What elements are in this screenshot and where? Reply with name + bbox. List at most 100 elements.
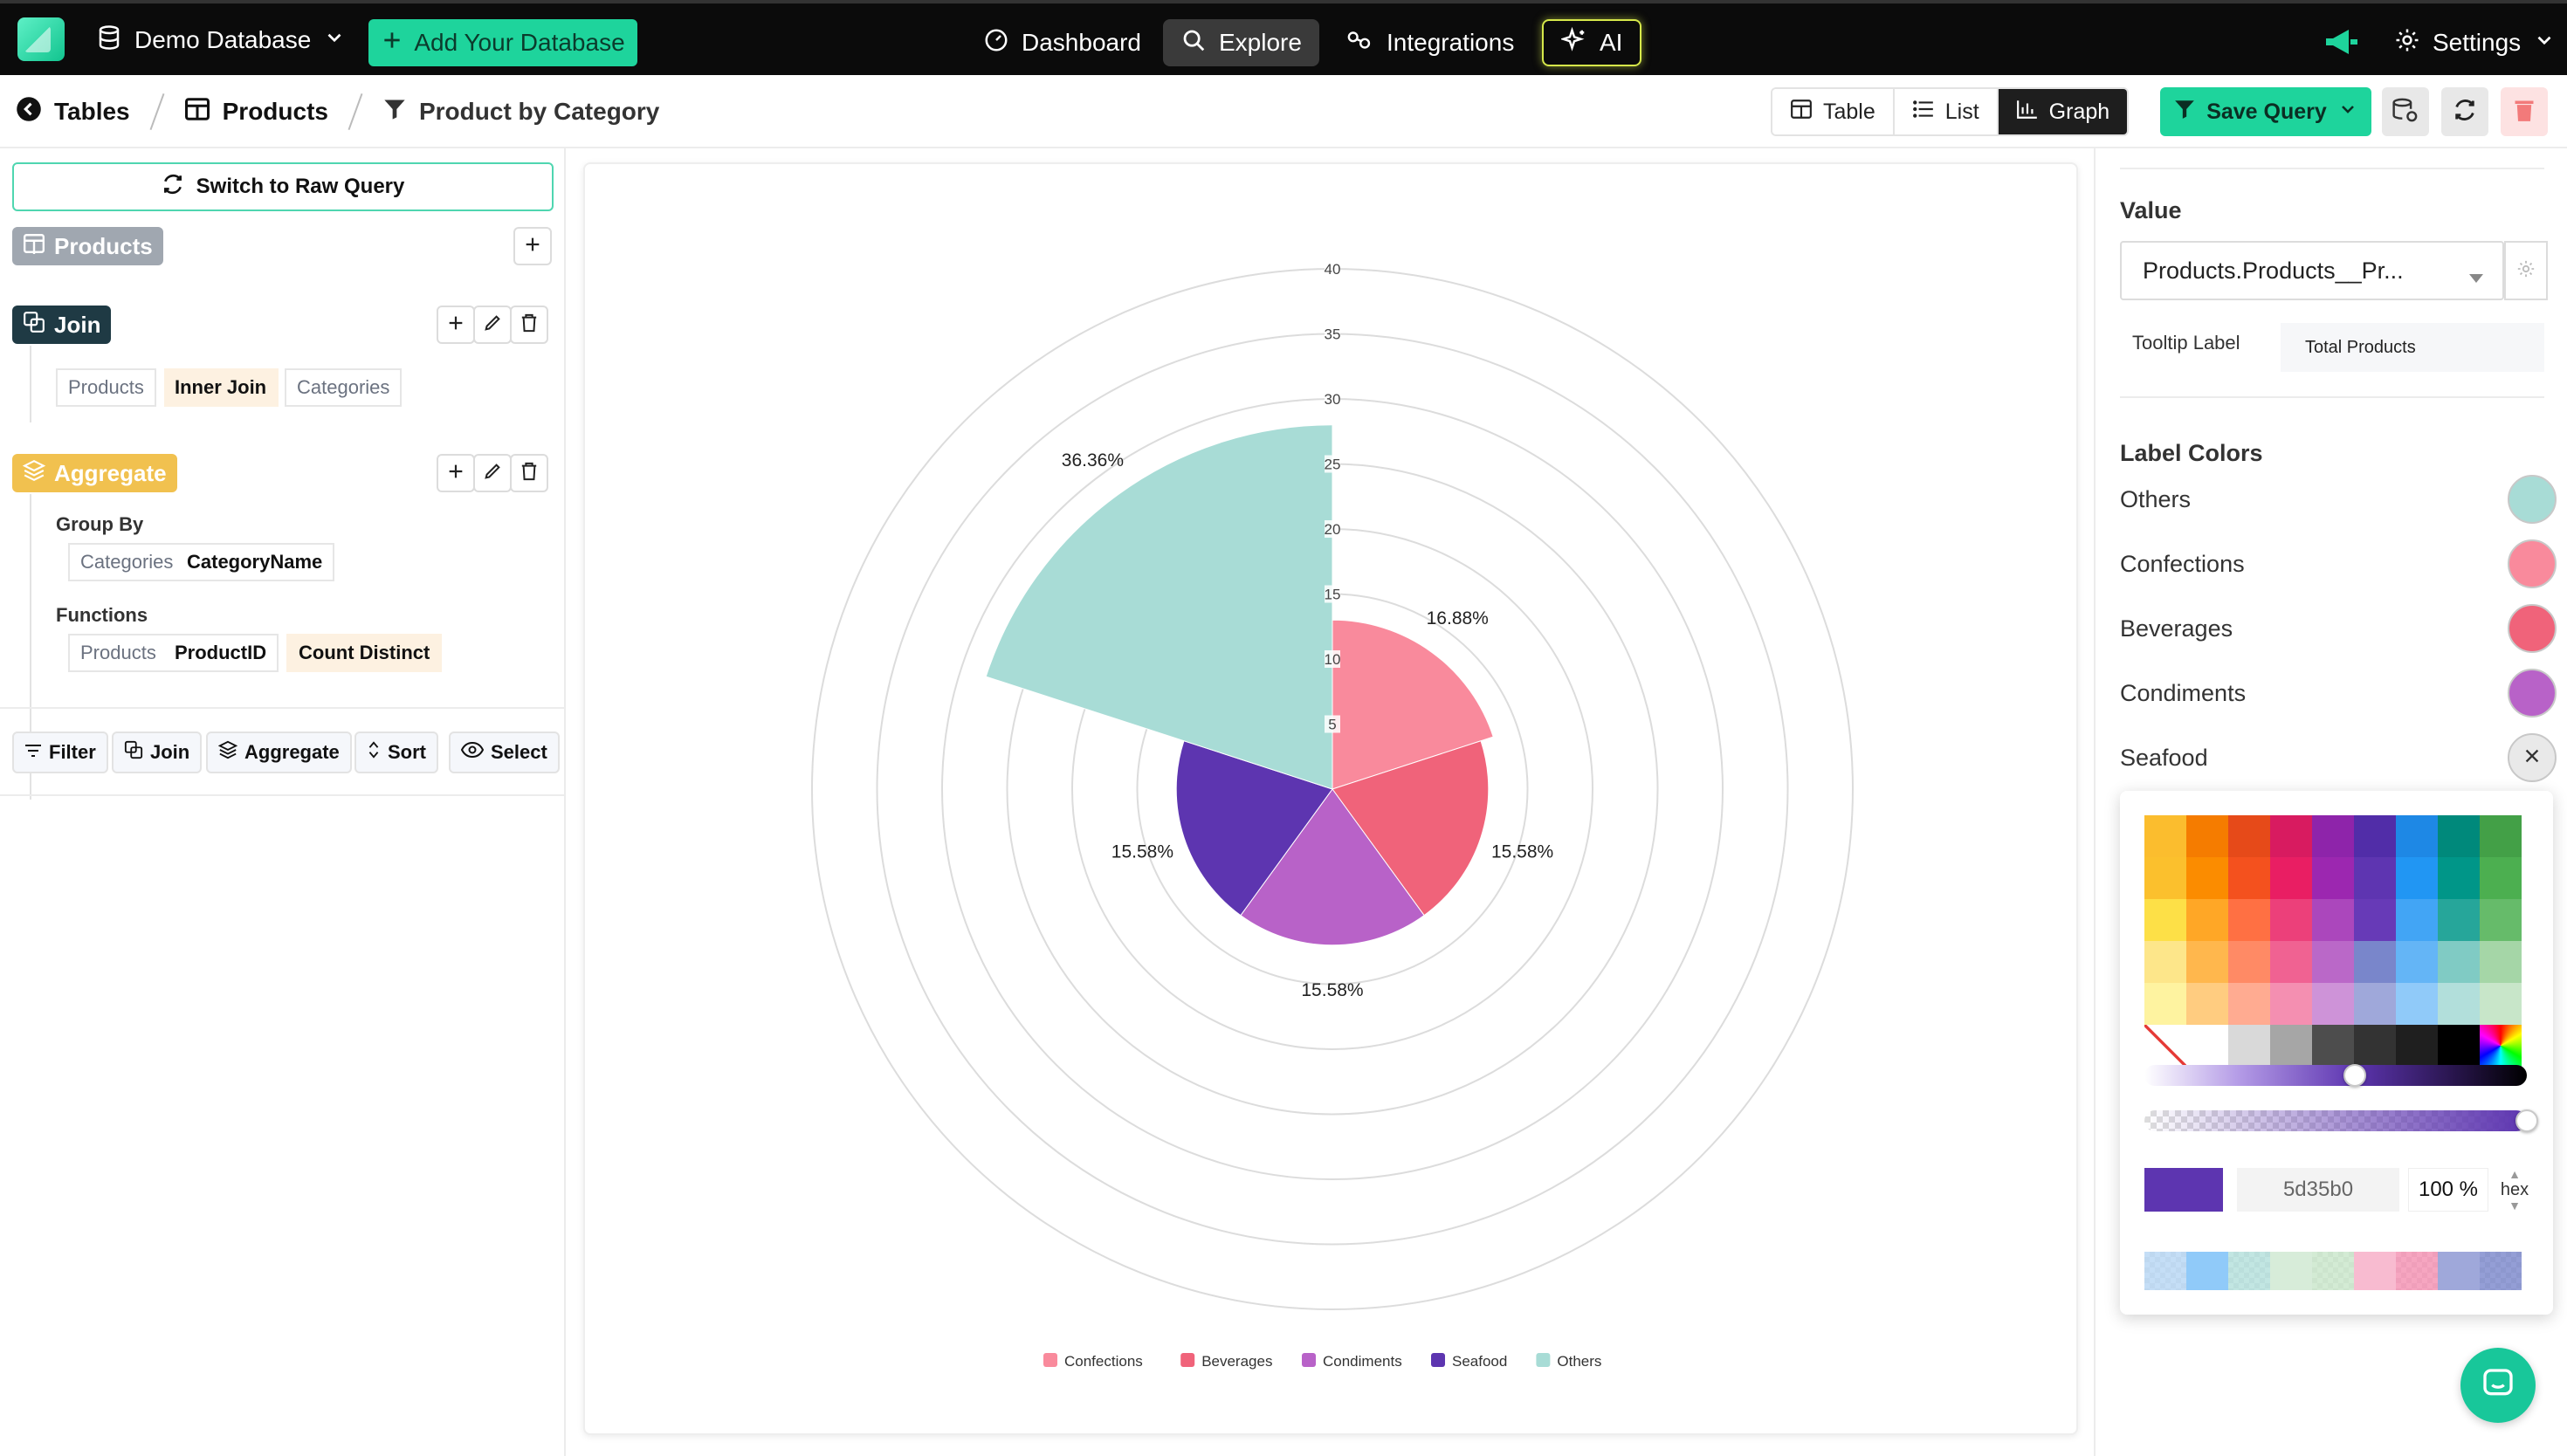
aggregate-add-button[interactable]	[437, 454, 475, 492]
palette-swatch[interactable]	[2228, 983, 2270, 1025]
close-picker-button[interactable]	[2508, 733, 2557, 782]
palette-swatch[interactable]	[2144, 857, 2186, 899]
add-sort-button[interactable]: Sort	[354, 731, 438, 773]
palette-swatch[interactable]	[2228, 1025, 2270, 1067]
palette-swatch[interactable]	[2270, 983, 2312, 1025]
tooltip-label-input[interactable]: Total Products	[2281, 323, 2544, 372]
database-selector[interactable]: Demo Database	[96, 19, 346, 61]
recent-color-swatch[interactable]	[2396, 1252, 2438, 1290]
recent-color-swatch[interactable]	[2480, 1252, 2522, 1290]
join-edit-button[interactable]	[473, 306, 512, 344]
palette-swatch[interactable]	[2144, 899, 2186, 941]
aggregate-step-tag[interactable]: Aggregate	[12, 454, 177, 492]
add-step-button[interactable]	[513, 227, 552, 265]
palette-swatch[interactable]	[2438, 815, 2480, 857]
palette-swatch[interactable]	[2438, 1025, 2480, 1067]
palette-swatch[interactable]	[2354, 941, 2396, 983]
add-join-button[interactable]: Join	[112, 731, 203, 773]
view-table-button[interactable]: Table	[1772, 89, 1895, 134]
join-add-button[interactable]	[437, 306, 475, 344]
hex-input[interactable]: 5d35b0	[2237, 1168, 2399, 1212]
palette-swatch[interactable]	[2312, 1025, 2354, 1067]
palette-swatch[interactable]	[2186, 899, 2228, 941]
palette-swatch[interactable]	[2228, 815, 2270, 857]
palette-swatch[interactable]	[2270, 941, 2312, 983]
function-field[interactable]: ProductID	[164, 634, 279, 672]
breadcrumb-table[interactable]: Products	[184, 97, 328, 127]
save-query-button[interactable]: Save Query	[2160, 87, 2371, 136]
group-by-field[interactable]: CategoryName	[176, 543, 335, 581]
palette-swatch[interactable]	[2480, 941, 2522, 983]
add-aggregate-button[interactable]: Aggregate	[206, 731, 352, 773]
color-swatch-others[interactable]	[2508, 475, 2557, 524]
palette-swatch[interactable]	[2438, 983, 2480, 1025]
join-step-tag[interactable]: Join	[12, 306, 112, 344]
nav-explore[interactable]: Explore	[1163, 19, 1319, 66]
recent-color-swatch[interactable]	[2228, 1252, 2270, 1290]
recent-color-swatch[interactable]	[2438, 1252, 2480, 1290]
palette-swatch[interactable]	[2186, 941, 2228, 983]
color-swatch-condiments[interactable]	[2508, 669, 2557, 718]
join-right-table[interactable]: Categories	[285, 368, 403, 407]
recent-color-swatch[interactable]	[2270, 1252, 2312, 1290]
palette-swatch[interactable]	[2396, 941, 2438, 983]
color-mode-switcher[interactable]: ▲ hex ▼	[2494, 1166, 2536, 1213]
recent-color-swatch[interactable]	[2354, 1252, 2396, 1290]
palette-swatch[interactable]	[2144, 1025, 2186, 1067]
breadcrumb-tables[interactable]: Tables	[16, 96, 130, 128]
palette-swatch[interactable]	[2312, 857, 2354, 899]
add-select-button[interactable]: Select	[449, 731, 560, 773]
palette-swatch[interactable]	[2396, 815, 2438, 857]
settings-menu[interactable]: Settings	[2394, 19, 2556, 66]
alpha-slider-handle[interactable]	[2515, 1109, 2538, 1132]
join-type[interactable]: Inner Join	[164, 368, 279, 407]
switch-to-raw-query-button[interactable]: Switch to Raw Query	[12, 162, 554, 211]
palette-swatch[interactable]	[2228, 899, 2270, 941]
nav-integrations[interactable]: Integrations	[1327, 19, 1531, 66]
palette-swatch[interactable]	[2186, 815, 2228, 857]
palette-swatch[interactable]	[2438, 857, 2480, 899]
palette-swatch[interactable]	[2270, 857, 2312, 899]
palette-swatch[interactable]	[2312, 899, 2354, 941]
palette-swatch[interactable]	[2186, 983, 2228, 1025]
palette-swatch[interactable]	[2480, 815, 2522, 857]
nav-ai[interactable]: AI	[1542, 19, 1642, 66]
palette-swatch[interactable]	[2144, 815, 2186, 857]
color-swatch-beverages[interactable]	[2508, 604, 2557, 653]
view-list-button[interactable]: List	[1894, 89, 1999, 134]
palette-swatch[interactable]	[2270, 1025, 2312, 1067]
color-swatch-confections[interactable]	[2508, 539, 2557, 588]
palette-swatch[interactable]	[2396, 1025, 2438, 1067]
recent-color-swatch[interactable]	[2144, 1252, 2186, 1290]
nav-dashboard[interactable]: Dashboard	[966, 19, 1159, 66]
alpha-input[interactable]: 100 %	[2408, 1168, 2488, 1212]
recent-color-swatch[interactable]	[2186, 1252, 2228, 1290]
palette-swatch[interactable]	[2228, 857, 2270, 899]
palette-swatch[interactable]	[2396, 983, 2438, 1025]
join-left-table[interactable]: Products	[56, 368, 156, 407]
palette-swatch[interactable]	[2438, 941, 2480, 983]
palette-swatch[interactable]	[2354, 899, 2396, 941]
palette-swatch[interactable]	[2354, 983, 2396, 1025]
palette-swatch[interactable]	[2312, 815, 2354, 857]
join-delete-button[interactable]	[510, 306, 548, 344]
palette-swatch[interactable]	[2186, 857, 2228, 899]
hue-slider-handle[interactable]	[2343, 1064, 2366, 1087]
source-table-tag[interactable]: Products	[12, 227, 163, 265]
support-chat-button[interactable]	[2460, 1348, 2536, 1423]
function-operation[interactable]: Count Distinct	[286, 634, 443, 672]
palette-swatch[interactable]	[2480, 983, 2522, 1025]
palette-swatch[interactable]	[2270, 899, 2312, 941]
add-database-button[interactable]: Add Your Database	[368, 19, 637, 66]
palette-swatch[interactable]	[2354, 1025, 2396, 1067]
announcements-megaphone-icon[interactable]	[2324, 28, 2359, 56]
palette-swatch[interactable]	[2312, 941, 2354, 983]
palette-swatch[interactable]	[2354, 857, 2396, 899]
palette-swatch[interactable]	[2228, 941, 2270, 983]
palette-swatch[interactable]	[2438, 899, 2480, 941]
palette-swatch[interactable]	[2480, 857, 2522, 899]
hue-slider[interactable]	[2144, 1065, 2527, 1086]
group-by-table[interactable]: Categories	[68, 543, 186, 581]
chart-sector-others[interactable]	[985, 424, 1333, 790]
app-logo[interactable]	[17, 17, 65, 61]
